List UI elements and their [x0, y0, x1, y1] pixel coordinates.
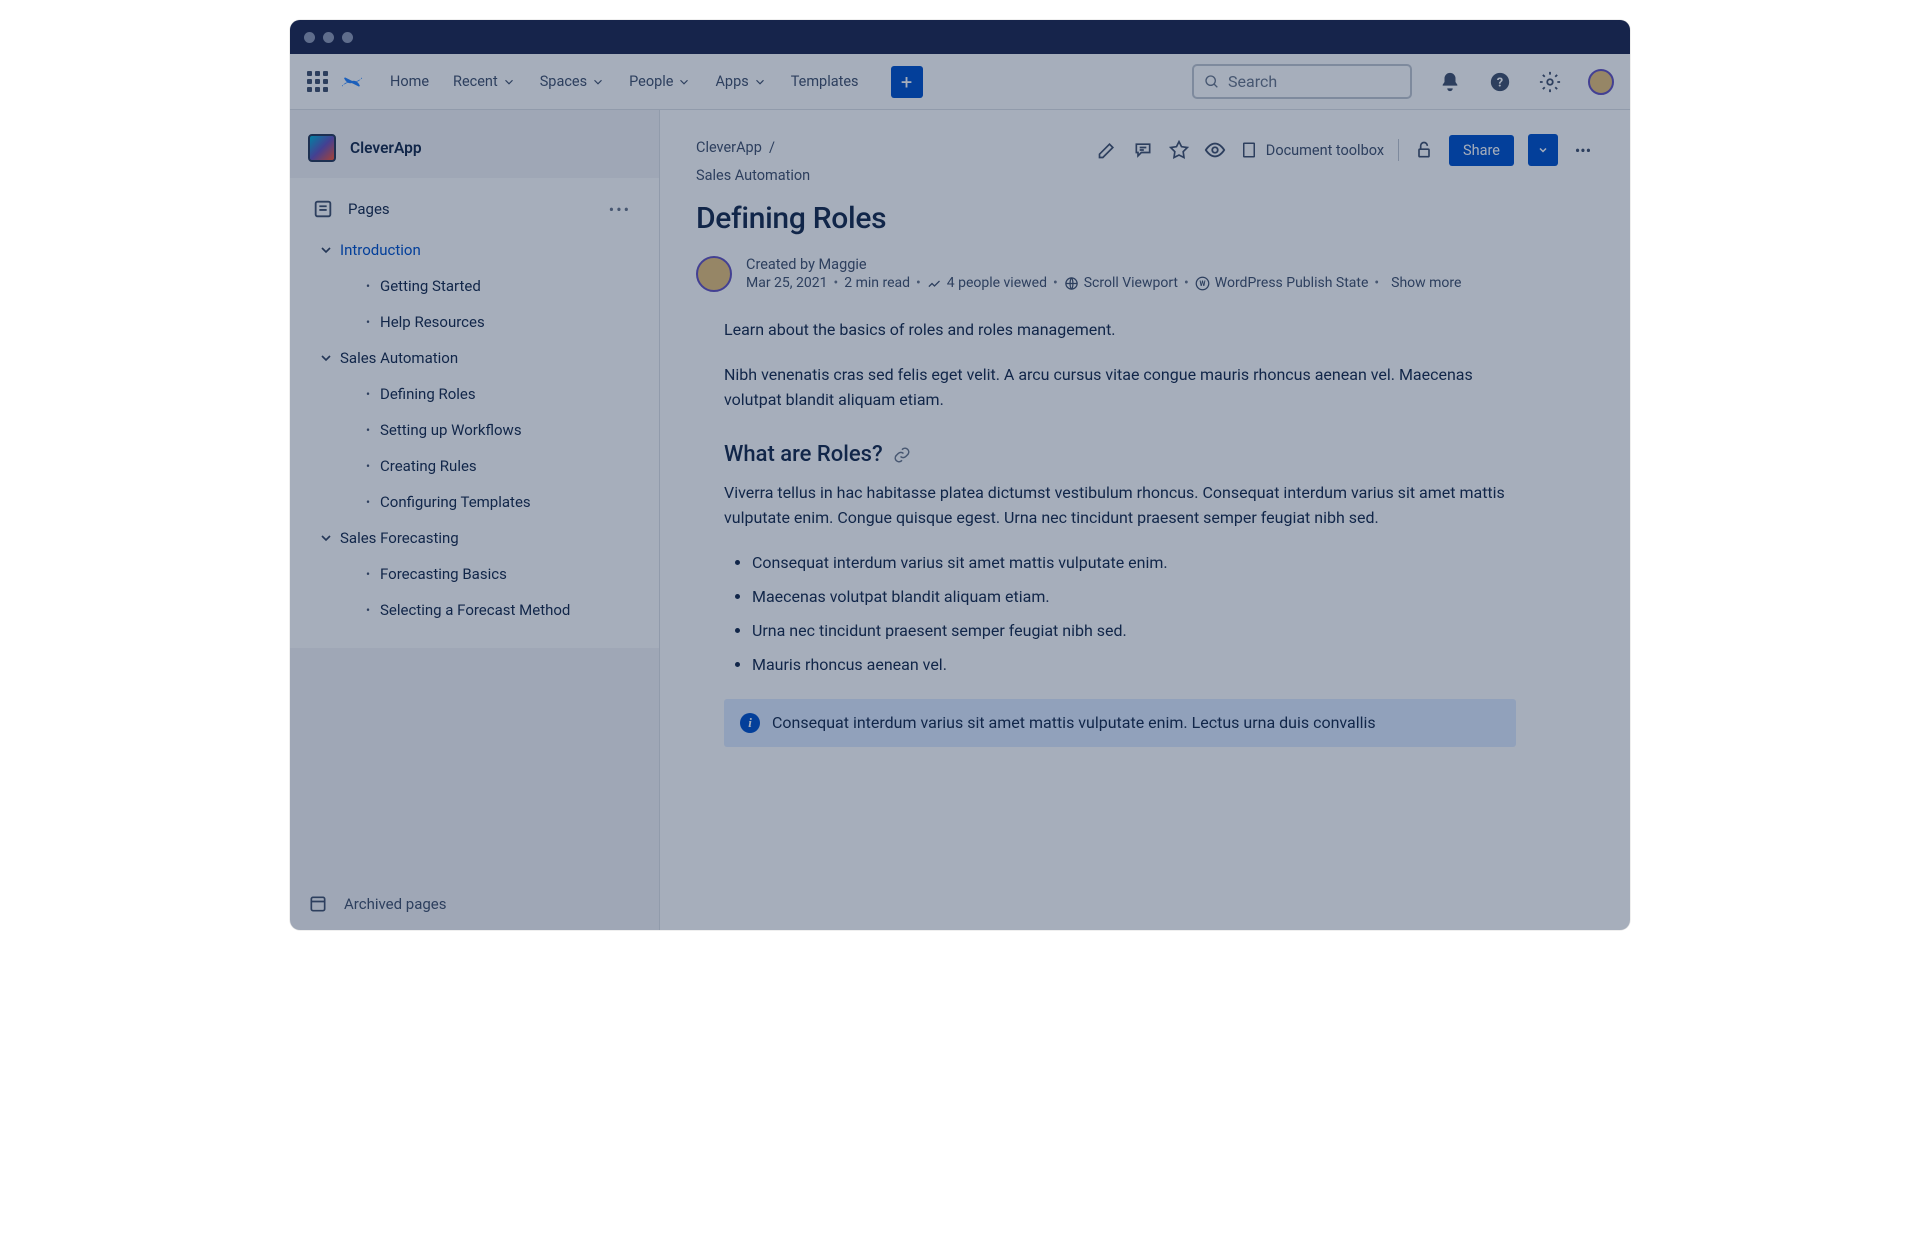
space-logo-icon [308, 134, 336, 162]
tree-child[interactable]: Configuring Templates [310, 484, 647, 520]
pages-label[interactable]: Pages [348, 200, 603, 218]
traffic-light-max[interactable] [342, 32, 353, 43]
traffic-light-close[interactable] [304, 32, 315, 43]
chevron-down-icon [318, 530, 334, 546]
page-tree: IntroductionGetting StartedHelp Resource… [302, 226, 647, 628]
create-button[interactable]: + [891, 66, 923, 98]
search-placeholder: Search [1228, 72, 1277, 91]
space-name: CleverApp [350, 139, 422, 157]
nav-item-apps[interactable]: Apps [705, 67, 776, 96]
pages-panel: Pages ••• IntroductionGetting StartedHel… [290, 178, 659, 648]
created-by: Created by Maggie [746, 256, 1461, 273]
intro-p1: Learn about the basics of roles and role… [724, 318, 1516, 343]
tree-parent[interactable]: Introduction [310, 232, 647, 268]
chevron-down-icon [318, 242, 334, 258]
info-icon: i [740, 713, 760, 733]
info-panel: i Consequat interdum varius sit amet mat… [724, 699, 1516, 747]
section-p: Viverra tellus in hac habitasse platea d… [724, 481, 1516, 531]
sidebar: CleverApp Pages ••• IntroductionGetting … [290, 110, 660, 930]
nav-item-spaces[interactable]: Spaces [530, 67, 615, 96]
list-item: Consequat interdum varius sit amet matti… [752, 551, 1516, 575]
tree-parent[interactable]: Sales Forecasting [310, 520, 647, 556]
list-item: Maecenas volutpat blandit aliquam etiam. [752, 585, 1516, 609]
nav-item-recent[interactable]: Recent [443, 67, 526, 96]
tree-parent[interactable]: Sales Automation [310, 340, 647, 376]
window-titlebar [290, 20, 1630, 54]
bullet-list: Consequat interdum varius sit amet matti… [724, 551, 1516, 677]
tree-child[interactable]: Selecting a Forecast Method [310, 592, 647, 628]
app-switcher-icon[interactable] [306, 70, 330, 94]
page-meta: Mar 25, 2021• 2 min read• 4 people viewe… [746, 275, 1461, 291]
nav-item-templates[interactable]: Templates [781, 67, 869, 96]
tree-child[interactable]: Getting Started [310, 268, 647, 304]
main-content: CleverApp / Sales Automation Document to… [660, 110, 1630, 930]
chevron-down-icon [677, 75, 691, 89]
tree-child[interactable]: Defining Roles [310, 376, 647, 412]
author-avatar[interactable] [696, 256, 732, 292]
pages-icon [312, 198, 334, 220]
list-item: Urna nec tincidunt praesent semper feugi… [752, 619, 1516, 643]
nav-item-home[interactable]: Home [380, 67, 439, 96]
tree-child[interactable]: Creating Rules [310, 448, 647, 484]
chevron-down-icon [591, 75, 605, 89]
nav-items: HomeRecentSpacesPeopleAppsTemplates [380, 67, 869, 96]
restrictions-icon[interactable] [1413, 139, 1435, 161]
archived-pages[interactable]: Archived pages [290, 878, 659, 930]
pages-more-icon[interactable]: ••• [603, 200, 637, 219]
chevron-down-icon [502, 75, 516, 89]
chevron-down-icon [318, 350, 334, 366]
notifications-icon[interactable] [1438, 70, 1462, 94]
svg-text:W: W [1199, 280, 1205, 288]
watch-icon[interactable] [1204, 139, 1226, 161]
comment-icon[interactable] [1132, 139, 1154, 161]
share-button[interactable]: Share [1449, 135, 1514, 166]
share-dropdown-button[interactable] [1528, 134, 1558, 166]
anchor-link-icon[interactable] [893, 446, 911, 464]
space-header[interactable]: CleverApp [290, 110, 659, 178]
section-heading: What are Roles? [724, 442, 1516, 467]
globe-icon [1064, 276, 1079, 291]
star-icon[interactable] [1168, 139, 1190, 161]
traffic-light-min[interactable] [323, 32, 334, 43]
tree-child[interactable]: Help Resources [310, 304, 647, 340]
intro-p2: Nibh venenatis cras sed felis eget velit… [724, 363, 1516, 413]
edit-icon[interactable] [1096, 139, 1118, 161]
list-item: Mauris rhoncus aenean vel. [752, 653, 1516, 677]
search-input[interactable]: Search [1192, 64, 1412, 99]
more-actions-icon[interactable]: ••• [1572, 139, 1594, 161]
archive-icon [308, 894, 328, 914]
tree-child[interactable]: Forecasting Basics [310, 556, 647, 592]
profile-avatar[interactable] [1588, 69, 1614, 95]
toolbox-icon [1240, 141, 1258, 159]
tree-child[interactable]: Setting up Workflows [310, 412, 647, 448]
chevron-down-icon [753, 75, 767, 89]
svg-text:?: ? [1497, 75, 1503, 90]
analytics-icon [927, 276, 942, 291]
search-icon [1204, 74, 1220, 90]
show-more-link[interactable]: Show more [1391, 275, 1461, 291]
breadcrumb[interactable]: CleverApp / Sales Automation [696, 134, 810, 189]
archived-label: Archived pages [344, 895, 447, 913]
confluence-logo-icon[interactable] [340, 70, 364, 94]
nav-item-people[interactable]: People [619, 67, 701, 96]
page-title: Defining Roles [696, 201, 1594, 236]
help-icon[interactable]: ? [1488, 70, 1512, 94]
top-nav: HomeRecentSpacesPeopleAppsTemplates + Se… [290, 54, 1630, 110]
wordpress-icon: W [1195, 276, 1210, 291]
settings-icon[interactable] [1538, 70, 1562, 94]
document-toolbox[interactable]: Document toolbox [1240, 141, 1384, 159]
